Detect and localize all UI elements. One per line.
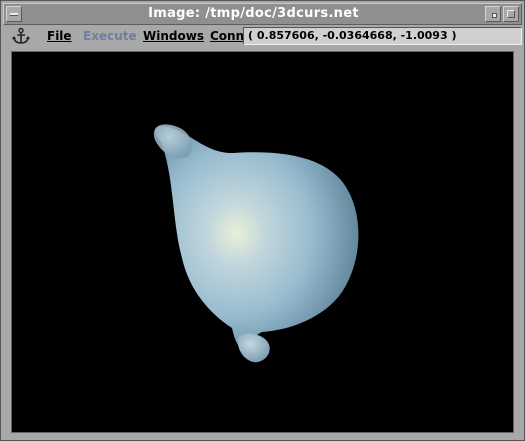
minimize-button[interactable] (485, 6, 501, 22)
title-bar[interactable]: Image: /tmp/doc/3dcurs.net (3, 3, 522, 25)
maximize-button[interactable] (503, 6, 519, 22)
menu-bar: File Execute Windows Conn ( 0.857606, -0… (3, 26, 522, 47)
window-title: Image: /tmp/doc/3dcurs.net (148, 6, 359, 21)
minimize-icon (492, 13, 497, 18)
window-menu-icon (10, 13, 18, 16)
window-menu-button[interactable] (6, 6, 22, 22)
menu-conn[interactable]: Conn (210, 29, 244, 43)
3d-viewport[interactable] (11, 51, 514, 433)
menu-file[interactable]: File (47, 29, 72, 43)
maximize-icon (507, 10, 515, 18)
shape-body (154, 125, 359, 349)
menu-windows[interactable]: Windows (143, 29, 204, 43)
menu-execute: Execute (83, 29, 137, 43)
cursor-coordinates: ( 0.857606, -0.0364668, -1.0093 ) (243, 27, 522, 45)
image-window: Image: /tmp/doc/3dcurs.net File Execute … (0, 0, 525, 441)
shape-top-lobe (153, 124, 193, 159)
shape-bottom-tip (237, 333, 270, 363)
3d-render-canvas[interactable] (12, 52, 513, 432)
anchor-icon[interactable] (11, 27, 31, 45)
